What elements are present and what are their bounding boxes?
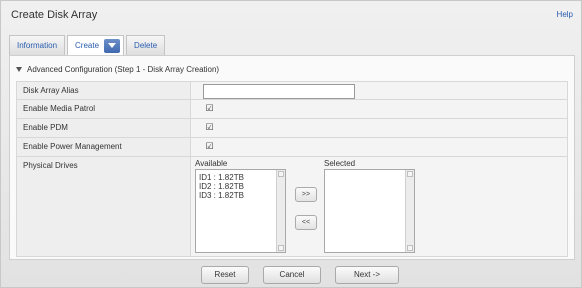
tab-create[interactable]: Create <box>67 35 125 55</box>
selected-scrollbar[interactable] <box>405 170 414 252</box>
alias-value-cell <box>191 82 567 99</box>
section-header[interactable]: Advanced Configuration (Step 1 - Disk Ar… <box>16 65 219 74</box>
list-item[interactable]: ID1 : 1.82TB <box>199 173 244 182</box>
tab-delete[interactable]: Delete <box>126 35 166 55</box>
tab-create-label: Create <box>75 41 100 50</box>
scroll-up-arrow-icon[interactable] <box>407 171 413 177</box>
row-media-patrol: Enable Media Patrol ☑ <box>16 100 568 119</box>
media-patrol-checkbox[interactable]: ☑ <box>205 104 214 113</box>
create-disk-array-panel: Create Disk Array Help Information Creat… <box>0 0 582 288</box>
row-power-management: Enable Power Management ☑ <box>16 138 568 157</box>
collapse-triangle-icon <box>16 67 22 72</box>
list-item[interactable]: ID2 : 1.82TB <box>199 182 244 191</box>
form-table: Disk Array Alias Enable Media Patrol ☑ E… <box>16 81 568 257</box>
reset-button[interactable]: Reset <box>201 266 249 284</box>
row-physical-drives: Physical Drives Available ID1 : 1.82TB I… <box>16 157 568 257</box>
pdm-value-cell: ☑ <box>191 119 567 137</box>
section-title: Advanced Configuration (Step 1 - Disk Ar… <box>27 65 220 74</box>
available-label: Available <box>195 159 228 168</box>
media-patrol-value-cell: ☑ <box>191 100 567 118</box>
row-pdm: Enable PDM ☑ <box>16 119 568 138</box>
selected-label: Selected <box>324 159 356 168</box>
pdm-label: Enable PDM <box>17 119 191 137</box>
available-drives-list[interactable]: ID1 : 1.82TB ID2 : 1.82TB ID3 : 1.82TB <box>195 169 286 253</box>
power-management-checkbox[interactable]: ☑ <box>205 142 214 151</box>
help-link[interactable]: Help <box>557 10 573 19</box>
tab-bar: Information Create Delete <box>9 35 167 55</box>
power-management-label: Enable Power Management <box>17 138 191 156</box>
scroll-down-arrow-icon[interactable] <box>407 245 413 251</box>
alias-label: Disk Array Alias <box>17 82 191 99</box>
pdm-checkbox[interactable]: ☑ <box>205 123 214 132</box>
next-button[interactable]: Next -> <box>335 266 399 284</box>
add-drive-button[interactable]: >> <box>295 187 317 202</box>
cancel-button[interactable]: Cancel <box>263 266 321 284</box>
create-dropdown-icon[interactable] <box>104 39 121 53</box>
power-management-value-cell: ☑ <box>191 138 567 156</box>
remove-drive-button[interactable]: << <box>295 215 317 230</box>
available-items: ID1 : 1.82TB ID2 : 1.82TB ID3 : 1.82TB <box>199 173 244 200</box>
title-bar: Create Disk Array Help <box>1 1 581 29</box>
media-patrol-label: Enable Media Patrol <box>17 100 191 118</box>
tab-information[interactable]: Information <box>9 35 66 55</box>
selected-drives-list[interactable] <box>324 169 415 253</box>
content-area: Advanced Configuration (Step 1 - Disk Ar… <box>9 55 575 260</box>
list-item[interactable]: ID3 : 1.82TB <box>199 191 244 200</box>
physical-drives-label: Physical Drives <box>17 157 191 256</box>
physical-drives-value-cell: Available ID1 : 1.82TB ID2 : 1.82TB ID3 … <box>191 157 567 256</box>
available-scrollbar[interactable] <box>276 170 285 252</box>
row-alias: Disk Array Alias <box>16 81 568 100</box>
disk-array-alias-input[interactable] <box>203 84 355 99</box>
footer-bar: Reset Cancel Next -> <box>1 263 581 287</box>
page-title: Create Disk Array <box>11 9 98 21</box>
scroll-up-arrow-icon[interactable] <box>278 171 284 177</box>
scroll-down-arrow-icon[interactable] <box>278 245 284 251</box>
